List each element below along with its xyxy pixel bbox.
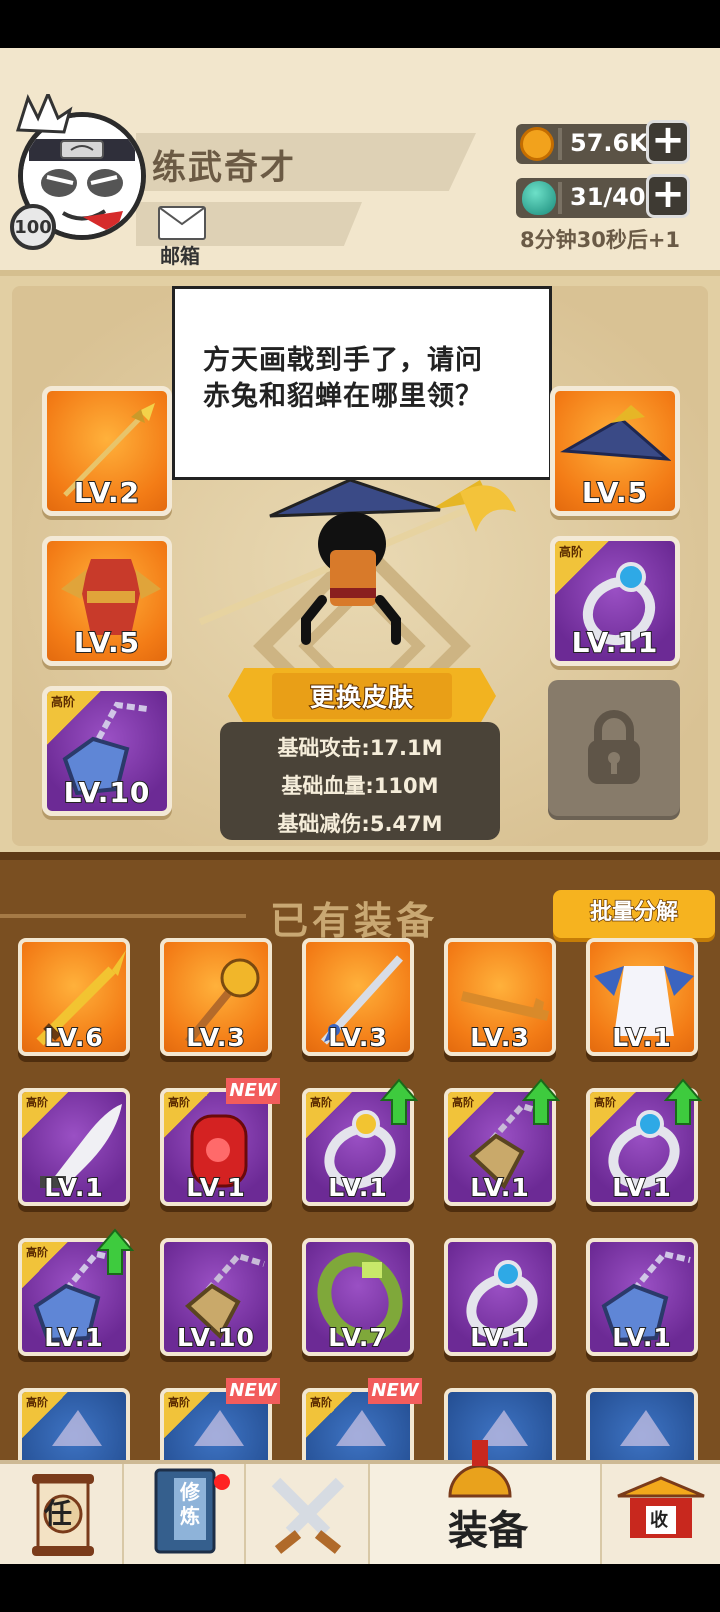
coin-amount: 57.6K [570,129,648,157]
inventory-item-level: LV.1 [185,1172,246,1202]
add-coins-button[interactable]: + [646,120,690,164]
status-bar [0,0,720,48]
stamina-amount: 31/40 [570,183,646,211]
speech-text: 方天画戟到手了，请问 赤兔和貂蝉在哪里领？ [203,343,523,415]
equip-level-ring: LV.11 [571,625,659,660]
equip-level-hat: LV.5 [581,475,649,510]
crossed-swords-icon [271,1477,345,1554]
inventory-item-level: LV.6 [43,1022,104,1052]
inventory-item-gold-necklace[interactable]: LV.10 [160,1238,272,1356]
hero-character [198,478,516,645]
stamina-timer: 8分钟30秒后+1 [520,228,681,252]
system-nav-bar [0,1564,720,1612]
inventory-item-level: LV.10 [176,1322,255,1352]
equip-slot-weapon[interactable]: LV.2 [42,386,172,516]
nav-cultivate-label: 修炼 [180,1480,200,1528]
notification-dot [214,1474,230,1490]
locked-equip-slot[interactable] [548,680,680,816]
new-badge: NEW [226,1378,280,1404]
coin-separator [558,128,562,160]
inventory-item-blue-amulet[interactable]: LV.1 [586,1238,698,1356]
inventory-item-level: LV.1 [43,1322,104,1352]
inventory-title: 已有装备 [270,899,439,943]
inventory-item-robe[interactable]: LV.1 [586,938,698,1056]
item-16-icon [52,1410,102,1446]
stat-attack: 基础攻击:17.1M [277,736,443,760]
upgrade-arrow-icon [664,1078,702,1125]
stamina-separator [558,182,562,214]
equip-level-armor: LV.5 [73,625,141,660]
nav-cultivate[interactable]: 修炼 [124,1464,246,1564]
inventory-item-mace[interactable]: LV.3 [160,938,272,1056]
equip-level-weapon: LV.2 [73,475,141,510]
inventory-item-blue-ring[interactable]: LV.1 [444,1238,556,1356]
speech-line-2: 赤兔和貂蝉在哪里领？ [203,381,483,412]
speech-bubble: 方天画戟到手了，请问 赤兔和貂蝉在哪里领？ [172,286,552,480]
inventory-divider [0,914,246,918]
equip-level-amulet: LV.10 [63,775,151,810]
balloon-icon [522,181,556,215]
batch-dismantle-button[interactable]: 批量分解 [553,890,715,938]
inventory-top-strip [0,852,720,860]
equip-slot-armor[interactable]: LV.5 [42,536,172,666]
inventory-item-level: LV.1 [327,1172,388,1202]
equip-slot-amulet[interactable]: 高阶 LV.10 [42,686,172,816]
envelope-flap [159,207,205,226]
add-stamina-button[interactable]: + [646,174,690,218]
upgrade-arrow-icon [380,1078,418,1125]
mail-button[interactable]: 邮箱 [156,206,210,268]
helmet-icon [448,1440,512,1498]
item-18-icon [336,1410,386,1446]
inventory-item-level: LV.1 [469,1322,530,1352]
inventory-item-level: LV.7 [327,1322,388,1352]
nav-collect-label: 收 [650,1510,668,1531]
inventory-item-item-20[interactable] [586,1388,698,1460]
nav-battle[interactable] [246,1464,370,1564]
change-skin-label: 更换皮肤 [309,682,414,713]
inventory-item-blue-sword[interactable]: LV.3 [302,938,414,1056]
bottom-nav: 任 修炼 装备 收 [0,1440,720,1564]
inventory-item-item-16[interactable]: 高阶 [18,1388,130,1460]
coin-icon [520,127,554,161]
base-stats-panel: 基础攻击:17.1M 基础血量:110M 基础减伤:5.47M [220,722,500,840]
nav-tasks[interactable]: 任 [0,1464,124,1564]
inventory-item-level: LV.3 [327,1022,388,1052]
crown-spikes-icon [15,94,73,134]
equip-slot-ring[interactable]: 高阶 LV.11 [550,536,680,666]
inventory-item-level: LV.1 [469,1172,530,1202]
inventory-item-golden-sword[interactable]: LV.6 [18,938,130,1056]
change-skin-button[interactable]: 更换皮肤 [228,668,496,724]
inventory-item-level: LV.1 [611,1022,672,1052]
nav-equip-label: 装备 [448,1508,528,1554]
inventory-item-level: LV.1 [611,1322,672,1352]
item-20-icon [620,1410,670,1446]
envelope-icon [158,206,206,240]
mail-label: 邮箱 [160,244,200,268]
new-badge: NEW [226,1078,280,1104]
upgrade-arrow-icon [96,1228,134,1275]
level-badge: 100 [10,204,56,250]
stat-hp: 基础血量:110M [281,774,439,798]
inventory-item-level: LV.1 [43,1172,104,1202]
nav-equip[interactable]: 装备 [370,1440,602,1564]
inventory-item-level: LV.1 [611,1172,672,1202]
item-17-icon [194,1410,244,1446]
speech-line-1: 方天画戟到手了，请问 [203,345,483,376]
nav-tasks-label: 任 [44,1497,73,1530]
inventory-item-red-gauntlet[interactable]: 高阶 LV.1 [160,1088,272,1206]
new-badge: NEW [368,1378,422,1404]
player-name: 练武奇才 [152,148,296,188]
upgrade-arrow-icon [522,1078,560,1125]
equip-slot-hat[interactable]: LV.5 [550,386,680,516]
inventory-item-key[interactable]: LV.3 [444,938,556,1056]
inventory-item-green-bracelet[interactable]: LV.7 [302,1238,414,1356]
inventory-item-blade[interactable]: 高阶 LV.1 [18,1088,130,1206]
inventory-panel: 已有装备 批量分解 LV.6 LV.3 LV.3 LV.3 LV.1 高阶 LV.1 高阶 LV… [0,852,720,1460]
inventory-item-level: LV.3 [185,1022,246,1052]
lock-icon [588,710,640,784]
inventory-item-level: LV.3 [469,1022,530,1052]
stat-reduction: 基础减伤:5.47M [277,812,443,836]
nav-collect[interactable]: 收 [602,1464,720,1564]
